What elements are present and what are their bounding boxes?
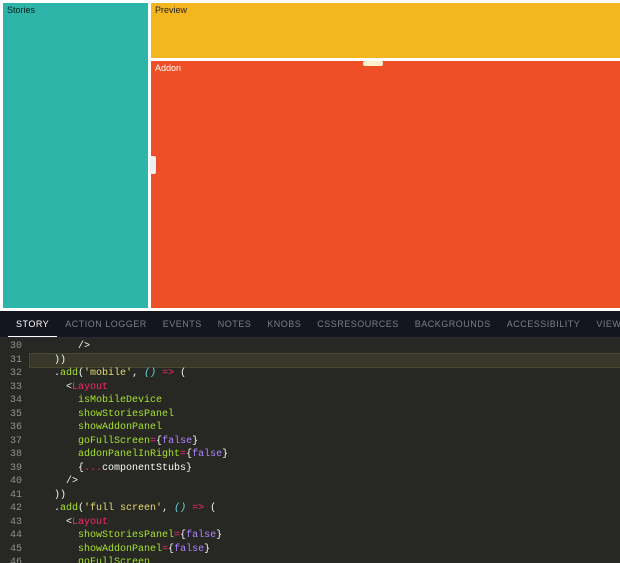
code-text: .add('full screen', () => (: [30, 502, 620, 516]
code-line: 41 )): [0, 489, 620, 503]
panel-tab[interactable]: VIEWPORT: [588, 311, 620, 337]
line-number: 38: [0, 448, 30, 462]
code-text: showStoriesPanel={false}: [30, 529, 620, 543]
line-number: 35: [0, 408, 30, 422]
code-line: 31 )): [0, 354, 620, 368]
code-line: 34 isMobileDevice: [0, 394, 620, 408]
line-number: 45: [0, 543, 30, 557]
line-number: 42: [0, 502, 30, 516]
panel-tabs: STORYACTION LOGGEREVENTSNOTESKNOBSCSSRES…: [0, 311, 620, 338]
addon-panel-label: Addon: [151, 61, 620, 75]
line-number: 39: [0, 462, 30, 476]
line-number: 37: [0, 435, 30, 449]
code-line: 42 .add('full screen', () => (: [0, 502, 620, 516]
code-line: 46 goFullScreen: [0, 556, 620, 563]
line-number: 43: [0, 516, 30, 530]
code-line: 37 goFullScreen={false}: [0, 435, 620, 449]
line-number: 33: [0, 381, 30, 395]
panel-tab[interactable]: KNOBS: [259, 311, 309, 337]
code-text: showAddonPanel: [30, 421, 620, 435]
code-line: 45 showAddonPanel={false}: [0, 543, 620, 557]
code-text: addonPanelInRight={false}: [30, 448, 620, 462]
preview-panel-label: Preview: [151, 3, 620, 17]
code-line: 40 />: [0, 475, 620, 489]
resize-handle-vertical[interactable]: [363, 61, 383, 66]
line-number: 40: [0, 475, 30, 489]
resize-handle-horizontal[interactable]: [150, 156, 156, 174]
line-number: 32: [0, 367, 30, 381]
line-number: 46: [0, 556, 30, 563]
panel-tab[interactable]: BACKGROUNDS: [407, 311, 499, 337]
line-number: 36: [0, 421, 30, 435]
panel-tab[interactable]: EVENTS: [155, 311, 210, 337]
code-text: <Layout: [30, 516, 620, 530]
code-text: isMobileDevice: [30, 394, 620, 408]
panel-tab[interactable]: NOTES: [210, 311, 260, 337]
line-number: 30: [0, 340, 30, 354]
addon-panel[interactable]: Addon: [151, 61, 620, 308]
main-area: Stories Preview Addon STORYACTION LOGGER…: [0, 0, 620, 563]
bottom-panel: STORYACTION LOGGEREVENTSNOTESKNOBSCSSRES…: [0, 311, 620, 563]
code-line: 39 {...componentStubs}: [0, 462, 620, 476]
code-text: />: [30, 340, 620, 354]
code-line: 30 />: [0, 340, 620, 354]
code-line: 44 showStoriesPanel={false}: [0, 529, 620, 543]
panel-tab[interactable]: ACTION LOGGER: [57, 311, 155, 337]
stories-panel[interactable]: Stories: [3, 3, 148, 308]
code-text: <Layout: [30, 381, 620, 395]
line-number: 44: [0, 529, 30, 543]
line-number: 41: [0, 489, 30, 503]
line-number: 31: [0, 354, 30, 368]
panel-tab[interactable]: STORY: [8, 311, 57, 338]
code-line: 38 addonPanelInRight={false}: [0, 448, 620, 462]
stories-panel-label: Stories: [3, 3, 148, 17]
code-line: 33 <Layout: [0, 381, 620, 395]
code-text: goFullScreen={false}: [30, 435, 620, 449]
code-text: {...componentStubs}: [30, 462, 620, 476]
code-line: 36 showAddonPanel: [0, 421, 620, 435]
code-line: 32 .add('mobile', () => (: [0, 367, 620, 381]
code-line: 35 showStoriesPanel: [0, 408, 620, 422]
panel-tab[interactable]: ACCESSIBILITY: [499, 311, 589, 337]
code-text: )): [30, 354, 620, 368]
story-source-code[interactable]: 30 />31 ))32 .add('mobile', () => (33 <L…: [0, 338, 620, 563]
code-text: goFullScreen: [30, 556, 620, 563]
line-number: 34: [0, 394, 30, 408]
code-text: />: [30, 475, 620, 489]
code-text: )): [30, 489, 620, 503]
code-text: showStoriesPanel: [30, 408, 620, 422]
preview-panel[interactable]: Preview: [151, 3, 620, 58]
code-text: showAddonPanel={false}: [30, 543, 620, 557]
code-line: 43 <Layout: [0, 516, 620, 530]
code-text: .add('mobile', () => (: [30, 367, 620, 381]
preview-frames: Stories Preview Addon: [0, 0, 620, 311]
panel-tab[interactable]: CSSRESOURCES: [309, 311, 407, 337]
